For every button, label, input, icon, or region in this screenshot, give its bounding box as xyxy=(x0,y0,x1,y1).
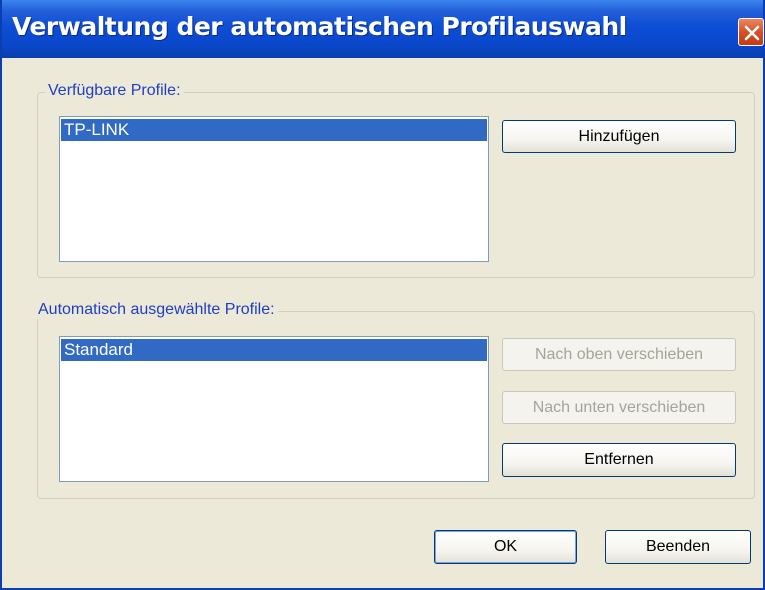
move-down-button[interactable]: Nach unten verschieben xyxy=(502,391,736,424)
add-button[interactable]: Hinzufügen xyxy=(502,120,736,153)
available-profiles-list[interactable]: TP-LINK xyxy=(59,116,489,262)
move-up-button[interactable]: Nach oben verschieben xyxy=(502,338,736,371)
auto-profiles-list[interactable]: Standard xyxy=(59,336,489,482)
title-bar[interactable]: Verwaltung der automatischen Profilauswa… xyxy=(2,0,764,58)
cancel-button[interactable]: Beenden xyxy=(605,530,751,564)
list-item[interactable]: TP-LINK xyxy=(61,119,487,141)
close-button[interactable] xyxy=(738,18,764,46)
dialog-window: Verwaltung der automatischen Profilauswa… xyxy=(0,0,765,590)
ok-button[interactable]: OK xyxy=(434,530,577,564)
remove-button[interactable]: Entfernen xyxy=(502,443,736,477)
auto-profiles-label: Automatisch ausgewählte Profile: xyxy=(35,301,278,319)
close-icon xyxy=(744,25,760,41)
window-title: Verwaltung der automatischen Profilauswa… xyxy=(12,12,627,41)
list-item[interactable]: Standard xyxy=(61,339,487,361)
available-profiles-label: Verfügbare Profile: xyxy=(45,82,184,100)
